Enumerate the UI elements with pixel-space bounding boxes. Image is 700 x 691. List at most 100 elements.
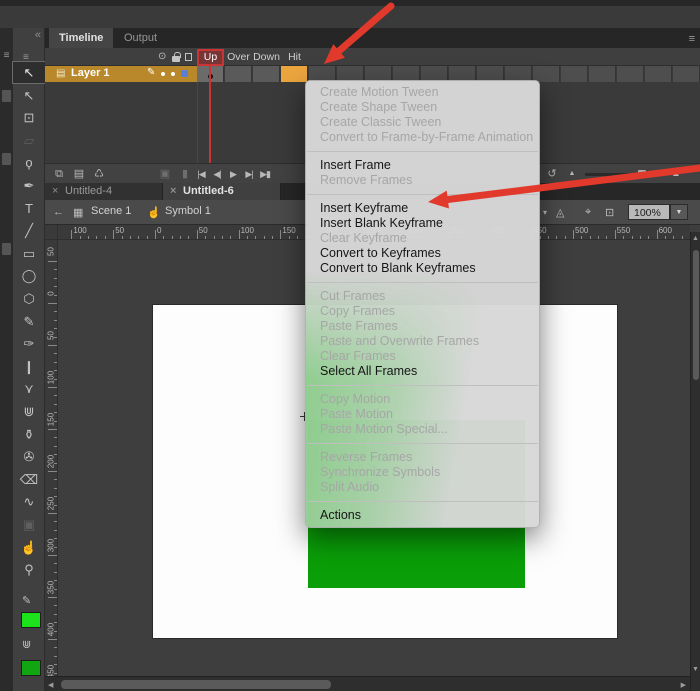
selection-tool[interactable]: ↖ bbox=[13, 62, 45, 83]
frame-view-toggle[interactable]: ▮ bbox=[181, 166, 189, 182]
menu-item-insert-keyframe[interactable]: Insert Keyframe bbox=[306, 201, 539, 216]
menu-item-select-all-frames[interactable]: Select All Frames bbox=[306, 364, 539, 379]
frame-cell[interactable] bbox=[589, 66, 616, 82]
timeline-zoom-slider[interactable] bbox=[585, 173, 661, 176]
tab-timeline[interactable]: Timeline bbox=[49, 28, 113, 48]
lasso-tool[interactable]: ϙ bbox=[13, 152, 45, 173]
play-button[interactable]: ▶ bbox=[225, 166, 241, 182]
menu-item-paste-frames[interactable]: Paste Frames bbox=[306, 319, 539, 334]
document-tab-untitled-4[interactable]: × Untitled-4 (Canvas)* bbox=[45, 183, 163, 200]
horizontal-scrollbar[interactable]: ◀ ▶ bbox=[45, 676, 690, 691]
subselection-tool[interactable]: ↖ bbox=[13, 85, 45, 106]
fill-color-swatch[interactable] bbox=[21, 660, 41, 676]
menu-item-paste-motion[interactable]: Paste Motion bbox=[306, 407, 539, 422]
dock-panel-grip[interactable] bbox=[2, 90, 11, 102]
collapse-toolbar-button[interactable]: « bbox=[35, 29, 41, 41]
menu-item-reverse-frames[interactable]: Reverse Frames bbox=[306, 450, 539, 465]
close-icon[interactable]: × bbox=[170, 183, 176, 200]
menu-item-insert-frame[interactable]: Insert Frame bbox=[306, 158, 539, 173]
menu-item-convert-to-keyframes[interactable]: Convert to Keyframes bbox=[306, 246, 539, 261]
layer-outline-color-swatch[interactable] bbox=[181, 70, 188, 77]
layer-visibility-dot[interactable] bbox=[161, 72, 165, 76]
eyedropper-tool[interactable]: ✇ bbox=[13, 446, 45, 467]
loop-playback-button[interactable]: ↺ bbox=[545, 166, 559, 182]
timeline-zoom-out-icon[interactable]: ▲ bbox=[566, 166, 578, 182]
horizontal-scrollbar-thumb[interactable] bbox=[61, 680, 331, 689]
free-transform-tool[interactable]: ⊡ bbox=[13, 107, 45, 128]
menu-item-create-shape-tween[interactable]: Create Shape Tween bbox=[306, 100, 539, 115]
outline-all-icon[interactable] bbox=[185, 53, 192, 61]
playhead-line[interactable] bbox=[209, 66, 211, 163]
dock-panel-grip[interactable] bbox=[2, 243, 11, 255]
menu-item-clear-keyframe[interactable]: Clear Keyframe bbox=[306, 231, 539, 246]
scroll-down-icon[interactable]: ▼ bbox=[692, 666, 699, 673]
zoom-level-select[interactable]: 100% ▼ bbox=[628, 204, 688, 220]
center-frame-icon[interactable]: ⌖ bbox=[585, 206, 591, 219]
width-tool[interactable]: ∿ bbox=[13, 491, 45, 512]
zoom-level-value[interactable]: 100% bbox=[628, 204, 670, 220]
eraser-tool[interactable]: ⌫ bbox=[13, 469, 45, 490]
clip-content-icon[interactable]: ⊡ bbox=[605, 206, 614, 219]
zoom-select-arrow-icon[interactable]: ▼ bbox=[670, 204, 688, 220]
step-back-button[interactable]: ◀| bbox=[209, 166, 225, 182]
menu-item-clear-frames[interactable]: Clear Frames bbox=[306, 349, 539, 364]
close-icon[interactable]: × bbox=[52, 183, 58, 200]
menu-item-copy-frames[interactable]: Copy Frames bbox=[306, 304, 539, 319]
frame-cell[interactable] bbox=[673, 66, 700, 82]
vertical-scrollbar[interactable]: ▲ ▼ bbox=[690, 232, 700, 691]
pencil-tool[interactable]: ✎ bbox=[13, 311, 45, 332]
menu-item-paste-motion-special[interactable]: Paste Motion Special... bbox=[306, 422, 539, 437]
dock-menu-icon[interactable]: ≡ bbox=[1, 50, 12, 61]
frame-cell[interactable] bbox=[645, 66, 672, 82]
tab-output[interactable]: Output bbox=[114, 28, 167, 48]
show-hide-all-icon[interactable]: ⊙ bbox=[158, 51, 166, 62]
frame-label-over[interactable]: Over bbox=[225, 48, 252, 66]
oval-tool[interactable]: ◯ bbox=[13, 265, 45, 286]
polystar-tool[interactable]: ⬡ bbox=[13, 288, 45, 309]
vertical-scrollbar-thumb[interactable] bbox=[693, 250, 699, 380]
frame-cell[interactable] bbox=[225, 66, 252, 82]
back-arrow-icon[interactable]: ← bbox=[53, 206, 64, 218]
menu-item-convert-to-frame-by-frame-animation[interactable]: Convert to Frame-by-Frame Animation bbox=[306, 130, 539, 145]
frame-cell[interactable] bbox=[253, 66, 280, 82]
layer-lock-dot[interactable] bbox=[171, 72, 175, 76]
zoom-tool[interactable]: ⚲ bbox=[13, 559, 45, 580]
hand-tool[interactable]: ☝ bbox=[13, 537, 45, 558]
paint-bucket-tool[interactable]: ⋓ bbox=[13, 401, 45, 422]
go-to-last-frame-button[interactable]: ▶▮ bbox=[257, 166, 273, 182]
selected-frame-cell[interactable] bbox=[281, 66, 308, 82]
chevron-down-icon[interactable]: ▾ bbox=[543, 208, 547, 217]
frame-label-hit[interactable]: Hit bbox=[281, 48, 308, 66]
frame-label-up[interactable]: Up bbox=[197, 48, 224, 66]
new-layer-button[interactable]: ⧉ bbox=[52, 166, 66, 182]
ink-bottle-tool[interactable]: ⚱ bbox=[13, 424, 45, 445]
scroll-up-icon[interactable]: ▲ bbox=[692, 235, 699, 242]
layer-name-cell[interactable]: ▤ Layer 1 ✎ bbox=[45, 66, 197, 82]
menu-item-remove-frames[interactable]: Remove Frames bbox=[306, 173, 539, 188]
camera-tool[interactable]: ▣ bbox=[13, 514, 45, 535]
timeline-zoom-slider-thumb[interactable] bbox=[638, 170, 646, 178]
dock-panel-grip[interactable] bbox=[2, 153, 11, 165]
delete-layer-button[interactable]: ♺ bbox=[92, 166, 106, 182]
rectangle-tool[interactable]: ▭ bbox=[13, 243, 45, 264]
lock-all-icon[interactable] bbox=[172, 56, 180, 62]
line-tool[interactable]: ╱ bbox=[13, 220, 45, 241]
new-folder-button[interactable]: ▤ bbox=[72, 166, 86, 182]
step-forward-button[interactable]: ▶| bbox=[241, 166, 257, 182]
menu-item-actions[interactable]: Actions bbox=[306, 508, 539, 523]
menu-item-create-motion-tween[interactable]: Create Motion Tween bbox=[306, 85, 539, 100]
frame-label-down[interactable]: Down bbox=[253, 48, 280, 66]
pen-tool[interactable]: ✒ bbox=[13, 175, 45, 196]
menu-item-copy-motion[interactable]: Copy Motion bbox=[306, 392, 539, 407]
frame-cell[interactable] bbox=[561, 66, 588, 82]
timeline-panel-menu-icon[interactable]: ≡ bbox=[689, 33, 695, 45]
menu-item-synchronize-symbols[interactable]: Synchronize Symbols bbox=[306, 465, 539, 480]
timeline-zoom-in-icon[interactable]: ▲ bbox=[668, 166, 684, 182]
text-tool[interactable]: T bbox=[13, 198, 45, 219]
menu-item-insert-blank-keyframe[interactable]: Insert Blank Keyframe bbox=[306, 216, 539, 231]
frame-cell[interactable] bbox=[617, 66, 644, 82]
camera-toggle-button[interactable]: ▣ bbox=[158, 166, 172, 182]
breadcrumb-scene[interactable]: Scene 1 bbox=[91, 205, 131, 217]
scroll-left-icon[interactable]: ◀ bbox=[48, 681, 53, 689]
menu-item-paste-and-overwrite-frames[interactable]: Paste and Overwrite Frames bbox=[306, 334, 539, 349]
